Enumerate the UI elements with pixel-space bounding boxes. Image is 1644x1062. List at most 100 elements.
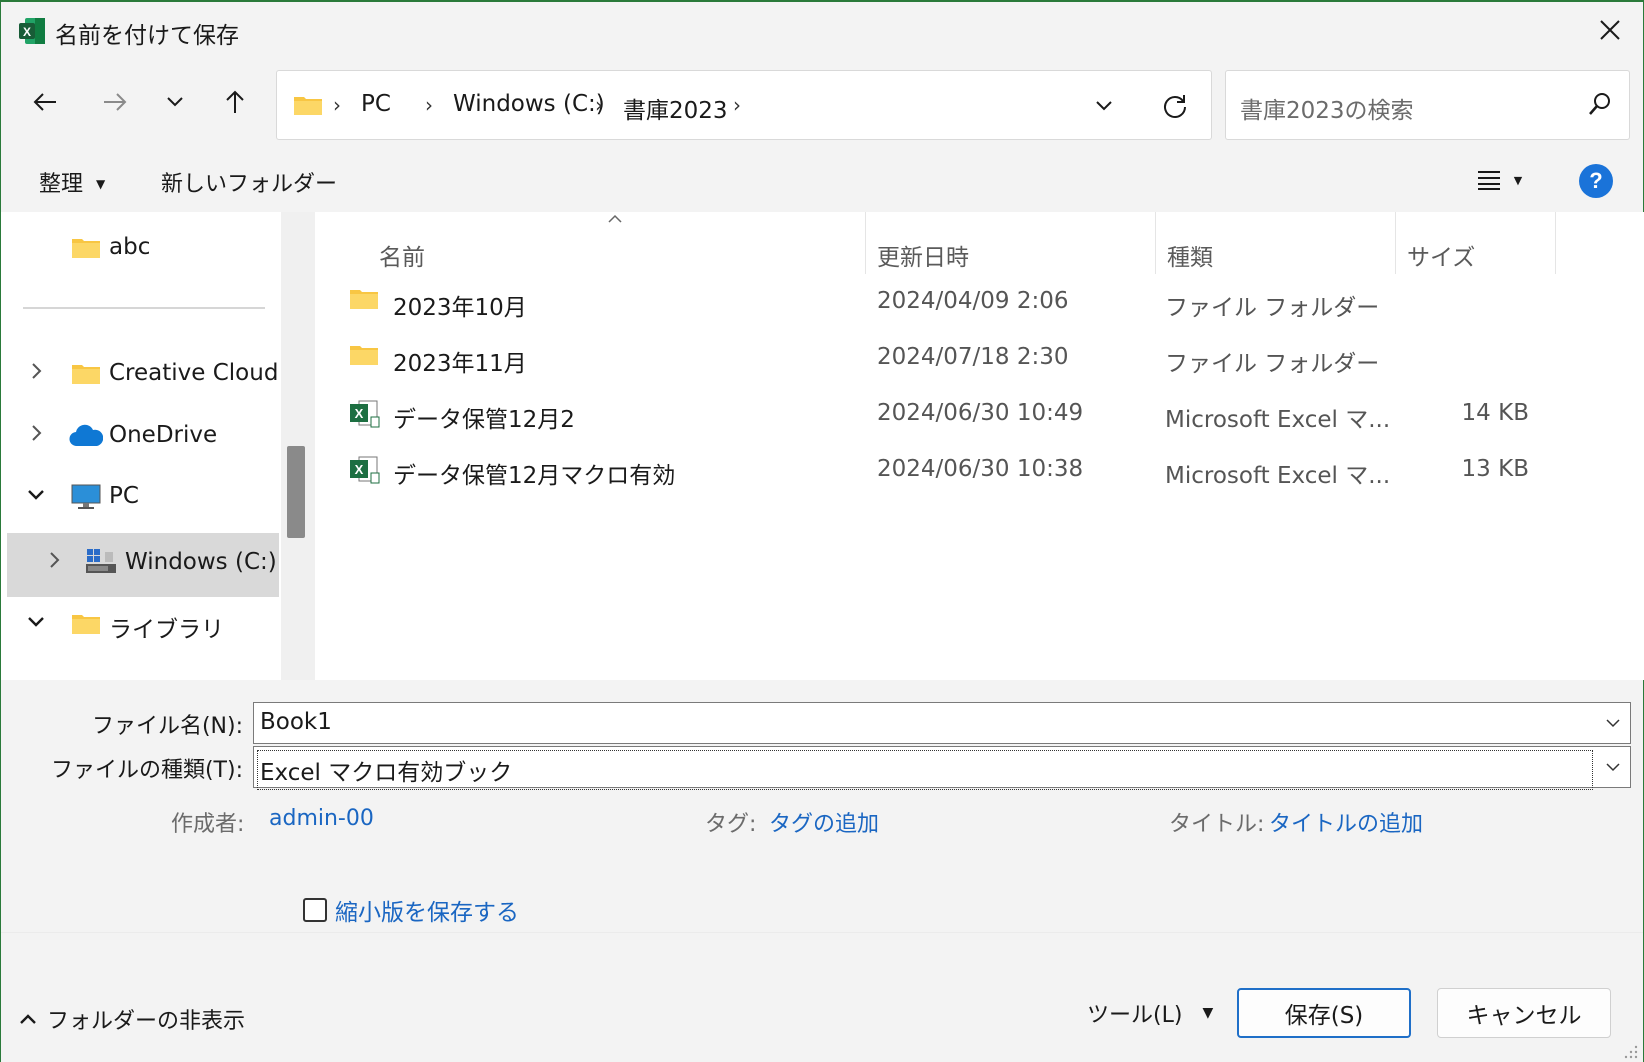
chevron-down-icon bbox=[1606, 762, 1620, 771]
organize-label: 整理 bbox=[39, 172, 84, 197]
filename-dropdown-button[interactable] bbox=[1596, 703, 1630, 743]
filename-field[interactable]: Book1 bbox=[253, 702, 1631, 744]
chevron-right-icon bbox=[32, 363, 42, 379]
sidebar-item-library[interactable]: ライブラリ bbox=[1, 604, 279, 644]
search-icon bbox=[1589, 93, 1610, 115]
file-type: ファイル フォルダー bbox=[1165, 351, 1380, 377]
sort-ascending-icon bbox=[608, 214, 622, 223]
folder-icon bbox=[72, 239, 100, 258]
file-name: データ保管12月2 bbox=[393, 407, 575, 433]
file-size: 13 KB bbox=[1461, 456, 1529, 482]
organize-button[interactable]: 整理 ▼ bbox=[39, 166, 105, 198]
breadcrumb-pc[interactable]: PC bbox=[361, 91, 391, 117]
folder-icon bbox=[72, 615, 100, 634]
file-list: 名前 更新日時 種類 サイズ 2023年10月 2024/04/09 2:06 … bbox=[315, 212, 1644, 680]
address-dropdown-button[interactable] bbox=[1087, 91, 1121, 121]
up-button[interactable] bbox=[213, 80, 257, 124]
column-header-label: 更新日時 bbox=[877, 245, 969, 271]
column-header-size[interactable]: サイズ bbox=[1395, 224, 1555, 274]
caret-down-icon: ▼ bbox=[1513, 173, 1523, 187]
column-divider bbox=[1555, 212, 1556, 274]
title-bar: X 名前を付けて保存 bbox=[1, 2, 1643, 58]
column-header-name[interactable]: 名前 bbox=[349, 224, 819, 274]
file-size: 14 KB bbox=[1461, 400, 1529, 426]
breadcrumb-separator: › bbox=[333, 93, 341, 117]
sidebar-item-label: ライブラリ bbox=[109, 617, 224, 643]
column-header-modified[interactable]: 更新日時 bbox=[865, 224, 1155, 274]
chevron-right-icon bbox=[50, 552, 60, 568]
tools-button[interactable]: ツール(L) ▼ bbox=[1087, 997, 1213, 1029]
resize-grip-icon[interactable] bbox=[1623, 1044, 1639, 1060]
folder-icon bbox=[72, 365, 100, 384]
hide-folders-label: フォルダーの非表示 bbox=[47, 1009, 246, 1034]
arrow-up-icon bbox=[226, 90, 244, 113]
filename-value: Book1 bbox=[260, 709, 332, 735]
save-thumbnail-label[interactable]: 縮小版を保存する bbox=[335, 893, 519, 927]
sidebar-divider bbox=[23, 307, 265, 309]
column-header-type[interactable]: 種類 bbox=[1155, 224, 1395, 274]
cancel-button[interactable]: キャンセル bbox=[1437, 988, 1611, 1038]
file-row[interactable]: 2023年11月 2024/07/18 2:30 ファイル フォルダー bbox=[345, 332, 1555, 384]
help-button[interactable]: ? bbox=[1579, 164, 1613, 198]
column-header-label: 名前 bbox=[379, 245, 425, 271]
recent-locations-button[interactable] bbox=[153, 80, 197, 124]
sidebar-item-abc[interactable]: abc bbox=[1, 228, 279, 268]
scrollbar-thumb[interactable] bbox=[287, 446, 305, 538]
new-folder-button[interactable]: 新しいフォルダー bbox=[161, 166, 337, 198]
file-modified: 2024/06/30 10:38 bbox=[877, 456, 1084, 482]
folder-icon bbox=[350, 290, 378, 309]
folder-icon bbox=[350, 346, 378, 365]
hide-folders-button[interactable]: フォルダーの非表示 bbox=[19, 1003, 245, 1035]
dialog-footer: フォルダーの非表示 ツール(L) ▼ 保存(S) キャンセル bbox=[1, 932, 1643, 1062]
file-modified: 2024/07/18 2:30 bbox=[877, 344, 1069, 370]
arrow-left-icon bbox=[33, 93, 56, 111]
save-button[interactable]: 保存(S) bbox=[1237, 988, 1411, 1038]
file-row[interactable]: X データ保管12月2 2024/06/30 10:49 Microsoft E… bbox=[345, 388, 1555, 440]
change-view-button[interactable]: ▼ bbox=[1463, 160, 1535, 200]
chevron-up-icon bbox=[20, 1014, 36, 1024]
sidebar-item-creative-cloud[interactable]: Creative Cloud F bbox=[1, 354, 279, 394]
close-button[interactable] bbox=[1577, 2, 1643, 58]
file-type: Microsoft Excel マ... bbox=[1165, 407, 1391, 433]
tags-field[interactable]: タグの追加 bbox=[769, 806, 879, 838]
svg-text:X: X bbox=[355, 462, 364, 477]
refresh-icon bbox=[1164, 95, 1186, 118]
title-field[interactable]: タイトルの追加 bbox=[1269, 806, 1423, 838]
refresh-button[interactable] bbox=[1157, 89, 1193, 123]
author-field[interactable]: admin-00 bbox=[269, 806, 374, 831]
chevron-down-icon bbox=[1606, 718, 1620, 727]
author-label: 作成者: bbox=[171, 812, 245, 837]
tools-label: ツール(L) bbox=[1087, 1003, 1183, 1028]
sidebar-item-windows-c[interactable]: Windows (C:) bbox=[1, 543, 279, 583]
save-thumbnail-checkbox[interactable] bbox=[303, 898, 327, 922]
breadcrumb-windows-c[interactable]: Windows (C:) bbox=[453, 91, 605, 117]
search-input[interactable]: 書庫2023の検索 bbox=[1225, 70, 1630, 140]
filetype-dropdown-button[interactable] bbox=[1596, 747, 1630, 787]
monitor-icon bbox=[71, 484, 101, 509]
save-as-dialog: X 名前を付けて保存 › PC › Windows (C:) › 書庫2023 … bbox=[0, 0, 1644, 1062]
drive-icon bbox=[86, 549, 116, 573]
address-bar[interactable]: › PC › Windows (C:) › 書庫2023 › bbox=[276, 70, 1212, 140]
file-type: ファイル フォルダー bbox=[1165, 295, 1380, 321]
breadcrumb-current-folder[interactable]: 書庫2023 bbox=[623, 91, 728, 125]
navigation-scrollbar[interactable] bbox=[281, 212, 315, 680]
caret-down-icon: ▼ bbox=[1202, 1005, 1214, 1021]
file-modified: 2024/04/09 2:06 bbox=[877, 288, 1069, 314]
command-bar: 整理 ▼ 新しいフォルダー ▼ ? bbox=[1, 150, 1643, 212]
forward-button[interactable] bbox=[93, 80, 137, 124]
breadcrumb-separator: › bbox=[595, 93, 603, 117]
folder-icon bbox=[294, 97, 322, 115]
chevron-down-icon bbox=[28, 617, 44, 627]
file-modified: 2024/06/30 10:49 bbox=[877, 400, 1084, 426]
sidebar-item-pc[interactable]: PC bbox=[1, 477, 279, 517]
sidebar-item-onedrive[interactable]: OneDrive bbox=[1, 416, 279, 456]
file-row[interactable]: 2023年10月 2024/04/09 2:06 ファイル フォルダー bbox=[345, 276, 1555, 328]
filetype-value: Excel マクロ有効ブック bbox=[257, 750, 1593, 790]
question-icon: ? bbox=[1589, 168, 1603, 193]
file-row[interactable]: X データ保管12月マクロ有効 2024/06/30 10:38 Microso… bbox=[345, 444, 1555, 496]
column-header-label: サイズ bbox=[1407, 245, 1476, 271]
arrow-right-icon bbox=[104, 93, 127, 111]
search-placeholder: 書庫2023の検索 bbox=[1240, 98, 1414, 124]
filetype-select[interactable]: Excel マクロ有効ブック bbox=[253, 746, 1631, 790]
back-button[interactable] bbox=[23, 80, 67, 124]
